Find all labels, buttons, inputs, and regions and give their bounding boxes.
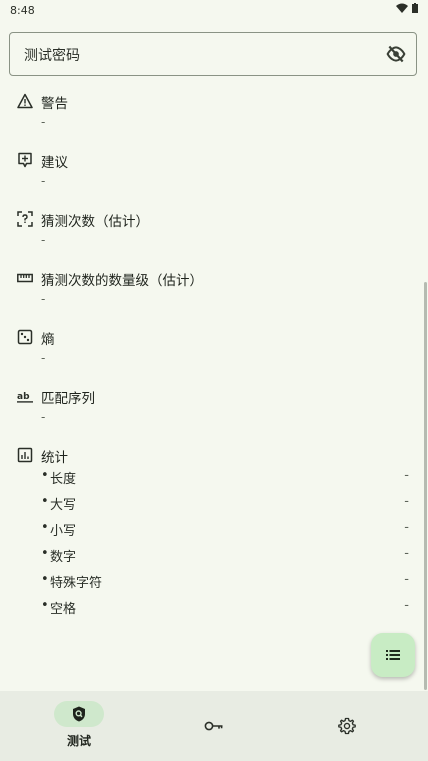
section-value: - [41, 233, 46, 247]
guess-icon [17, 211, 33, 227]
nav-item-settings[interactable] [270, 691, 428, 761]
bullet: • [41, 546, 49, 561]
bottom-navigation: 测试 [0, 691, 428, 761]
section-title: 猜测次数（估计） [41, 214, 149, 230]
gear-icon [338, 717, 356, 735]
stat-label: 特殊字符 [50, 576, 103, 591]
status-time: 8:48 [10, 4, 35, 17]
status-icons [396, 3, 418, 13]
bullet: • [41, 494, 49, 509]
stat-row-uppercase: • 大写 - [41, 494, 409, 514]
section-title: 统计 [41, 450, 68, 466]
visibility-off-icon[interactable] [386, 44, 406, 64]
section-value: - [41, 115, 46, 129]
stat-value: - [404, 572, 409, 587]
suggestion-icon [18, 152, 32, 168]
stat-label: 大写 [50, 498, 77, 513]
stat-row-spaces: • 空格 - [41, 598, 409, 618]
battery-icon [412, 3, 418, 13]
section-value: - [41, 174, 46, 188]
ruler-icon [17, 273, 33, 283]
password-field[interactable] [9, 32, 417, 77]
bullet: • [41, 572, 49, 587]
stat-value: - [404, 494, 409, 509]
stat-row-length: • 长度 - [41, 468, 409, 488]
section-value: - [41, 410, 46, 424]
status-bar: 8:48 [0, 0, 428, 20]
stat-value: - [404, 468, 409, 483]
stat-value: - [404, 598, 409, 613]
section-title: 警告 [41, 96, 68, 112]
svg-text:ab: ab [17, 392, 30, 402]
stat-label: 长度 [50, 472, 77, 487]
bullet: • [41, 520, 49, 535]
nav-label: 测试 [67, 734, 92, 748]
section-title: 建议 [41, 155, 68, 171]
section-title: 匹配序列 [41, 391, 95, 407]
section-title: 猜测次数的数量级（估计） [41, 273, 203, 289]
nav-active-indicator [54, 701, 104, 727]
key-icon [204, 721, 223, 731]
section-value: - [41, 351, 46, 365]
bullet: • [41, 598, 49, 613]
shield-search-icon [73, 706, 85, 722]
dice-icon [17, 329, 33, 345]
section-title: 熵 [41, 332, 55, 348]
stats-icon [17, 447, 33, 463]
stat-label: 空格 [50, 602, 77, 617]
list-fab-button[interactable] [371, 633, 415, 677]
warning-icon [17, 93, 33, 109]
scrollbar[interactable] [424, 282, 427, 690]
section-value: - [41, 292, 46, 306]
stat-label: 小写 [50, 524, 77, 539]
stat-row-lowercase: • 小写 - [41, 520, 409, 540]
stat-label: 数字 [50, 550, 77, 565]
list-icon [386, 650, 400, 660]
password-input[interactable] [22, 33, 366, 77]
bullet: • [41, 468, 49, 483]
stat-value: - [404, 546, 409, 561]
wifi-icon [396, 3, 408, 13]
stat-row-special: • 特殊字符 - [41, 572, 409, 592]
nav-item-test[interactable]: 测试 [0, 691, 158, 761]
stat-row-digits: • 数字 - [41, 546, 409, 566]
spellcheck-icon: ab [17, 392, 33, 403]
nav-item-generator[interactable] [158, 691, 270, 761]
stat-value: - [404, 520, 409, 535]
